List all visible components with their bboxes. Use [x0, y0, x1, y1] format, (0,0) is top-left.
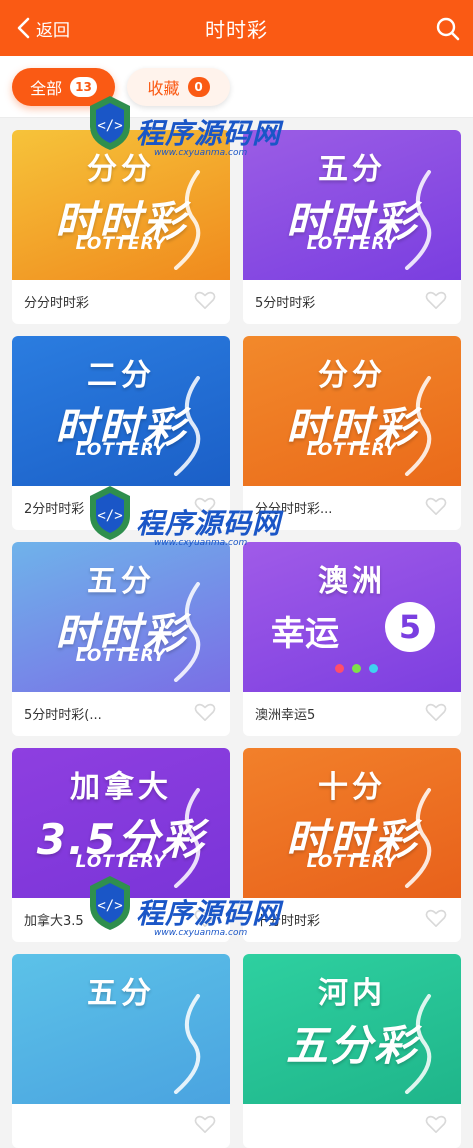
lottery-banner-image: 分分 时时彩 LOTTERY [243, 336, 461, 486]
heart-icon[interactable] [425, 908, 447, 928]
heart-icon[interactable] [425, 702, 447, 722]
lottery-name: 分分时时彩... [255, 502, 333, 517]
banner-swoosh [405, 376, 432, 476]
lottery-card[interactable]: 五分 时时彩 LOTTERY 5分时时彩(... [12, 542, 230, 736]
lottery-name: 2分时时彩 [24, 502, 85, 517]
lottery-name: 十分时时彩 [255, 914, 321, 929]
lottery-banner-image: 加拿大 3.5分彩 LOTTERY [12, 748, 230, 898]
lottery-name: 加拿大3.5 [24, 914, 84, 929]
heart-icon[interactable] [194, 1114, 216, 1134]
banner-swoosh [405, 994, 432, 1094]
banner-swoosh [174, 170, 201, 270]
tab-all[interactable]: 全部 13 [12, 68, 115, 106]
heart-icon[interactable] [425, 290, 447, 310]
tab-favorites[interactable]: 收藏 0 [127, 68, 230, 106]
lottery-banner-image: 五分 时时彩 LOTTERY [243, 130, 461, 280]
lottery-card[interactable]: 分分 时时彩 LOTTERY 分分时时彩 [12, 130, 230, 324]
lottery-name: 澳洲幸运5 [255, 708, 316, 723]
search-icon[interactable] [435, 16, 461, 42]
heart-icon[interactable] [194, 496, 216, 516]
banner-number-badge: 5 [385, 602, 435, 652]
lottery-card[interactable]: 加拿大 3.5分彩 LOTTERY 加拿大3.5 [12, 748, 230, 942]
lottery-name: 5分时时彩(... [24, 708, 102, 723]
lottery-name: 5分时时彩 [255, 296, 316, 311]
heart-icon[interactable] [425, 1114, 447, 1134]
lottery-card[interactable]: 五分 [12, 954, 230, 1148]
banner-dot [335, 664, 344, 673]
banner-top-text: 澳洲 [318, 564, 386, 599]
banner-dot [352, 664, 361, 673]
lottery-card[interactable]: 二分 时时彩 LOTTERY 2分时时彩 [12, 336, 230, 530]
lottery-banner-image: 五分 [12, 954, 230, 1104]
lottery-banner-image: 河内 五分彩 [243, 954, 461, 1104]
heart-icon[interactable] [425, 496, 447, 516]
heart-icon[interactable] [194, 908, 216, 928]
lottery-banner-image: 五分 时时彩 LOTTERY [12, 542, 230, 692]
tab-all-count-badge: 13 [70, 77, 97, 97]
heart-icon[interactable] [194, 702, 216, 722]
tab-favorites-count-badge: 0 [187, 77, 210, 97]
lottery-banner-image: 分分 时时彩 LOTTERY [12, 130, 230, 280]
banner-dots [335, 664, 378, 673]
banner-swoosh [174, 376, 201, 476]
lottery-card[interactable]: 分分 时时彩 LOTTERY 分分时时彩... [243, 336, 461, 530]
banner-swoosh [405, 788, 432, 888]
lottery-card[interactable]: 河内 五分彩 [243, 954, 461, 1148]
lottery-card[interactable]: 五分 时时彩 LOTTERY 5分时时彩 [243, 130, 461, 324]
filter-tabs: 全部 13 收藏 0 [0, 56, 473, 118]
lottery-card[interactable]: 澳洲 幸运 5 澳洲幸运5 [243, 542, 461, 736]
lottery-banner-image: 澳洲幸运 5 [243, 542, 461, 692]
banner-dot [369, 664, 378, 673]
app-header: 返回 时时彩 [0, 0, 473, 56]
tab-all-label: 全部 [30, 79, 63, 98]
lottery-banner-image: 十分 时时彩 LOTTERY [243, 748, 461, 898]
banner-swoosh [405, 170, 432, 270]
tab-favorites-label: 收藏 [147, 79, 180, 98]
banner-swoosh [174, 994, 201, 1094]
page-title: 时时彩 [205, 18, 268, 42]
lottery-banner-image: 二分 时时彩 LOTTERY [12, 336, 230, 486]
lottery-name: 分分时时彩 [24, 296, 90, 311]
lottery-card[interactable]: 十分 时时彩 LOTTERY 十分时时彩 [243, 748, 461, 942]
banner-swoosh [174, 582, 201, 682]
banner-swoosh [174, 788, 201, 888]
banner-main-text: 幸运 [271, 614, 339, 654]
heart-icon[interactable] [194, 290, 216, 310]
